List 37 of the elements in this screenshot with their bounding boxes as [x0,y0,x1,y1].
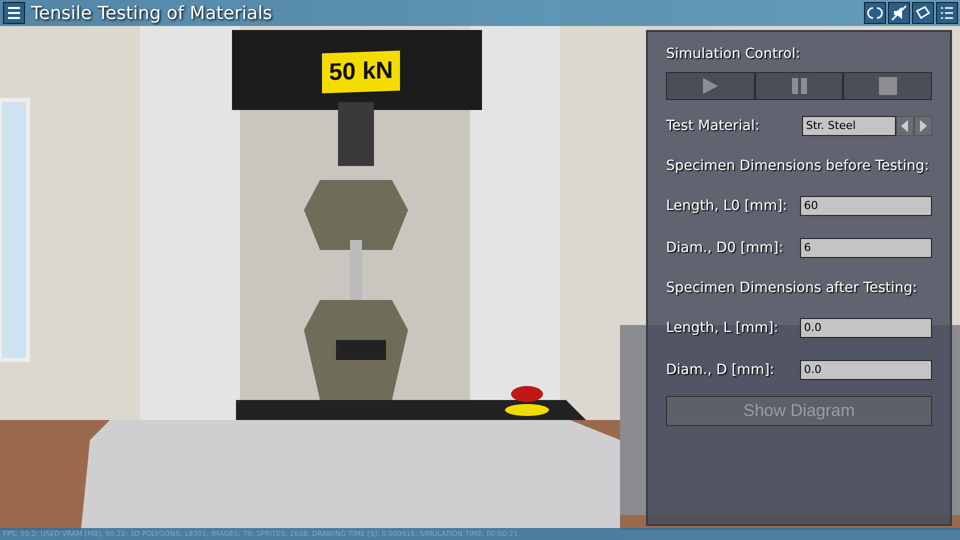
window-title: Tensile Testing of Materials [31,2,274,24]
right-arrow-icon [919,120,927,132]
stop-icon [878,77,897,95]
stop-button[interactable] [843,72,932,100]
section-heading: Specimen Dimensions before Testing: [666,158,930,174]
mute-icon [891,5,907,21]
field-label: Test Material: [666,118,760,134]
field-label: Length, L0 [mm]: [666,198,788,214]
capacity-label: 50 kN [322,50,400,94]
notes-button[interactable] [912,2,934,24]
input-field[interactable]: 0.0 [800,360,932,380]
section-heading: Specimen Dimensions after Testing: [666,280,918,296]
menu-button[interactable] [3,2,25,24]
load-cell-drawing [338,102,374,166]
section-heading: Simulation Control: [666,46,802,62]
play-button[interactable] [666,72,755,100]
specimen-drawing [350,240,362,300]
material-field[interactable]: Str. Steel [802,116,896,136]
field-label: Length, L [mm]: [666,320,778,336]
list-button[interactable] [936,2,958,24]
field-label: Diam., D [mm]: [666,362,774,378]
play-icon [701,77,720,95]
next-button[interactable] [914,116,932,136]
reset-button[interactable] [864,2,886,24]
refresh-icon [867,5,883,21]
previous-button[interactable] [896,116,914,136]
input-field[interactable]: 0.0 [800,318,932,338]
pause-icon [790,77,808,95]
pause-button[interactable] [754,72,844,100]
list-icon [939,5,955,21]
field-label: Diam., D0 [mm]: [666,240,784,256]
menu-icon [7,6,21,20]
mute-button[interactable] [888,2,910,24]
emergency-button-drawing [505,386,549,416]
input-field[interactable]: 6 [800,238,932,258]
left-arrow-icon [901,120,909,132]
input-field[interactable]: 60 [800,196,932,216]
